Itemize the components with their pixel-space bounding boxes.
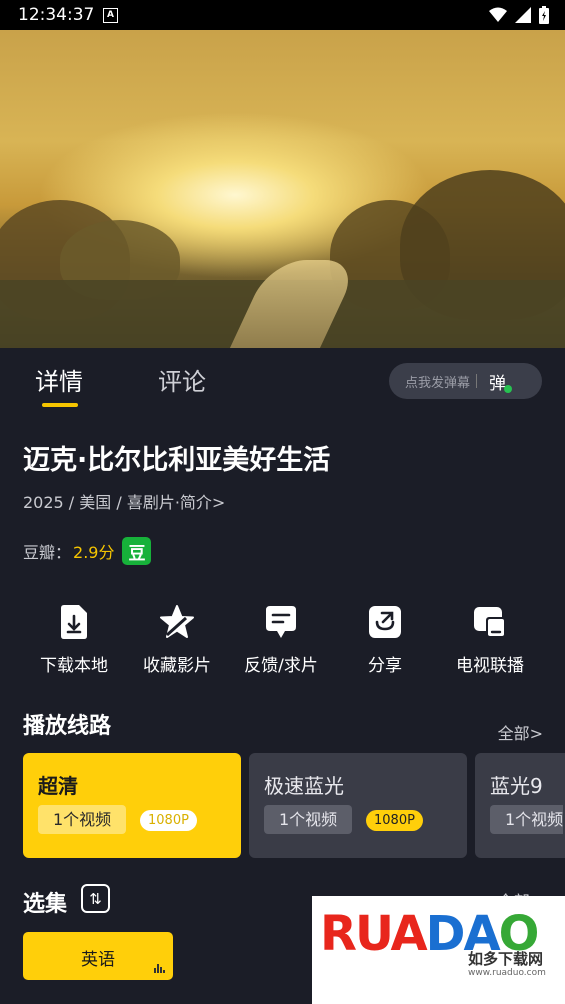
danmu-placeholder: 点我发弹幕 [405,375,471,391]
signal-icon [515,7,531,23]
share-button[interactable]: 分享 [333,605,437,676]
feedback-icon [229,605,333,645]
line-video-count: 1个视频 [490,805,564,834]
favorite-button[interactable]: 收藏影片 [125,605,229,676]
tab-comments[interactable]: 评论 [158,362,206,397]
lines-more-link[interactable]: 全部> [498,720,543,744]
line-video-count: 1个视频 [38,805,127,834]
video-player[interactable] [0,30,565,348]
status-bar: 12:34:37 A [0,0,565,30]
danmu-input[interactable]: 点我发弹幕 弹 [389,363,542,399]
watermark-cn: 如多下载网 [468,950,544,968]
episode-button[interactable]: 英语 [23,932,173,980]
sort-toggle-icon[interactable]: ⇅ [81,884,110,913]
line-quality-badge: 1080P [140,810,197,831]
wifi-icon [489,7,507,22]
tv-cast-button[interactable]: 电视联播 [438,605,542,676]
rating-score: 2.9分 [73,543,115,562]
movie-meta[interactable]: 2025 / 美国 / 喜剧片·简介> [23,489,225,513]
line-video-count: 1个视频 [264,805,353,834]
playing-indicator-icon [154,964,165,973]
rating-label: 豆瓣： [23,543,72,562]
battery-icon [539,6,549,24]
download-icon [22,605,126,645]
line-name: 蓝光9 [490,774,543,798]
douban-badge: 豆 [122,537,152,565]
watermark-url: www.ruaduo.com [468,968,546,978]
status-time: 12:34:37 [18,5,95,25]
star-icon [125,605,229,645]
movie-title: 迈克·比尔比利亚美好生活 [23,445,331,476]
danmu-toggle-icon[interactable]: 弹 [489,369,513,394]
active-tab-indicator [42,403,78,407]
tab-details[interactable]: 详情 [35,362,83,397]
rating-row: 豆瓣： 2.9分 豆 [23,536,152,566]
line-quality-badge: 1080P [366,810,423,831]
line-card-chaoqing[interactable]: 超清 1个视频 1080P [23,753,241,858]
line-card-jisulanguang[interactable]: 极速蓝光 1个视频 1080P [249,753,467,858]
line-card-languang9[interactable]: 蓝光9 1个视频 [475,753,565,858]
line-name: 超清 [38,774,78,798]
download-button[interactable]: 下载本地 [22,605,126,676]
episodes-section-title: 选集 [23,892,68,917]
status-icons [489,6,549,24]
line-name: 极速蓝光 [264,774,344,798]
tv-cast-icon [438,605,542,645]
share-icon [333,605,437,645]
lines-section-title: 播放线路 [23,714,112,739]
episode-label: 英语 [81,950,115,970]
watermark-logo: RUADAO 如多下载网 www.ruaduo.com [312,896,565,1004]
danmu-divider [476,374,478,388]
feedback-button[interactable]: 反馈/求片 [229,605,333,676]
notification-a-icon: A [103,8,118,23]
